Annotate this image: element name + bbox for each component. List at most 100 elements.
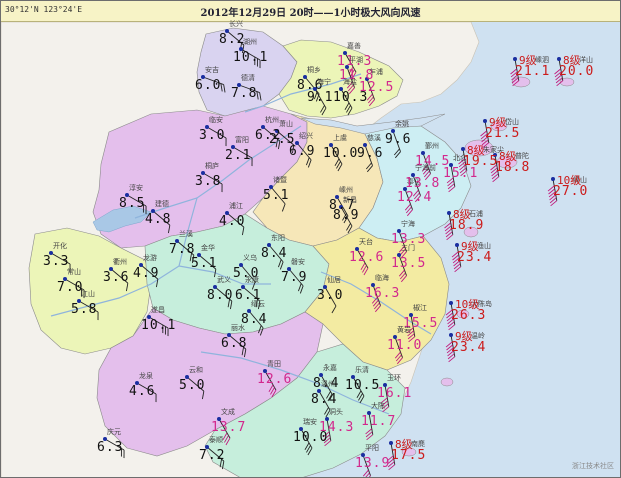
station-dot	[513, 57, 517, 61]
station-name: 永嘉	[323, 364, 337, 372]
station-name: 富阳	[235, 136, 249, 144]
station-name: 海宁	[317, 78, 331, 86]
station-name: 开化	[53, 242, 67, 250]
station-name: 宁海	[401, 220, 415, 228]
station-wind-speed: 5.8	[71, 302, 98, 317]
station-name: 乐清	[355, 366, 369, 374]
station-wind-speed: 8.2	[219, 32, 246, 47]
station-wind-speed: 14.3	[319, 420, 355, 435]
station-name: 龙游	[143, 254, 157, 262]
gale-wind-speed: 19.5	[463, 154, 499, 169]
station-wind-speed: 6.0	[195, 78, 222, 93]
station-name: 绍兴	[299, 132, 313, 140]
station-wind-speed: 9.6	[357, 146, 384, 161]
station-name: 湖州	[243, 38, 257, 46]
station-wind-speed: 8.4	[311, 392, 338, 407]
station-name: 诸暨	[273, 176, 287, 184]
station-name: 宁海前	[415, 164, 436, 172]
station-dot	[461, 147, 465, 151]
station-name: 洞头	[329, 408, 343, 416]
gale-wind-speed: 23.4	[457, 250, 493, 265]
gale-wind-speed: 21.5	[485, 126, 521, 141]
station-name: 海盐	[343, 78, 357, 86]
station-name: 常山	[67, 268, 81, 276]
station-name: 慈溪	[367, 134, 381, 142]
station-wind-speed: 7.8	[169, 242, 196, 257]
station-wind-speed: 7.8	[231, 86, 258, 101]
station-wind-speed: 3.6	[103, 270, 130, 285]
station-name: 文成	[221, 408, 235, 416]
station-name: 鄞州	[425, 142, 439, 150]
station-wind-speed: 13.7	[211, 420, 247, 435]
station-wind-speed: 13.9	[355, 456, 391, 471]
station-wind-speed: 10.5	[345, 378, 381, 393]
station-wind-speed: 7.0	[57, 280, 84, 295]
station-wind-speed: 10.1	[141, 318, 177, 333]
station-name: 江山	[81, 290, 95, 298]
station-name: 庆元	[107, 428, 121, 436]
station-name: 余姚	[395, 120, 409, 128]
station-name: 磐安	[291, 258, 305, 266]
station-name: 仙居	[327, 276, 341, 284]
station-name: 云和	[189, 366, 203, 374]
station-name: 嘉善	[347, 42, 361, 50]
station-wind-speed: 4.6	[129, 384, 156, 399]
station-name: 龙泉	[139, 372, 153, 380]
station-wind-speed: 5.1	[191, 256, 218, 271]
gale-wind-speed: 27.0	[553, 184, 589, 199]
station-name: 浦江	[229, 202, 243, 210]
station-wind-speed: 2.1	[225, 148, 252, 163]
station-name: 遂昌	[151, 306, 165, 314]
station-dot	[449, 301, 453, 305]
station-name: 乍浦	[369, 68, 383, 76]
station-name: 嵊州	[339, 186, 353, 194]
gale-wind-speed: 20.0	[559, 64, 595, 79]
station-wind-speed: 3.0	[199, 128, 226, 143]
station-wind-speed: 3.8	[195, 174, 222, 189]
station-wind-speed: 6.3	[97, 440, 124, 455]
gale-wind-speed: 26.3	[451, 308, 487, 323]
station-name: 兰溪	[179, 230, 193, 238]
station-name: 上虞	[333, 134, 347, 142]
station-name: 临海	[375, 274, 389, 282]
station-name: 武义	[217, 276, 231, 284]
map-frame: 30°12'N 123°24'E 2012年12月29日 20时——1小时极大风…	[0, 0, 621, 478]
station-name: 平阳	[365, 444, 379, 452]
station-wind-speed: 12.6	[349, 250, 385, 265]
station-name: 长兴	[229, 20, 243, 28]
station-name: 三门	[401, 244, 415, 252]
station-wind-speed: 11.0	[387, 338, 423, 353]
station-name: 临安	[209, 116, 223, 124]
station-name: 平湖	[349, 56, 363, 64]
station-name: 金华	[201, 244, 215, 252]
station-name: 东阳	[271, 234, 285, 242]
station-wind-speed: 16.3	[365, 286, 401, 301]
station-name: 玉环	[387, 374, 401, 382]
station-dot	[551, 177, 555, 181]
gale-wind-speed: 23.4	[451, 340, 487, 355]
station-name: 建德	[155, 200, 169, 208]
station-wind-speed: 10.1	[233, 50, 269, 65]
station-name: 泰顺	[209, 436, 223, 444]
station-dot	[483, 119, 487, 123]
gale-wind-speed: 18.8	[495, 160, 531, 175]
station-dot	[449, 333, 453, 337]
station-name: 丽水	[231, 324, 245, 332]
station-dot	[389, 441, 393, 445]
station-wind-speed: 4.9	[133, 266, 160, 281]
station-wind-speed: 4.0	[219, 214, 246, 229]
station-wind-speed: 5.1	[263, 188, 290, 203]
station-wind-speed: 8.9	[333, 208, 360, 223]
station-name: 大陈	[371, 402, 385, 410]
station-wind-speed: 6.8	[221, 336, 248, 351]
station-name: 温州	[321, 380, 335, 388]
station-name: 黄岩	[397, 326, 411, 334]
gale-wind-speed: 18.9	[449, 218, 485, 233]
station-name: 萧山	[279, 120, 293, 128]
station-wind-speed: 8.4	[261, 246, 288, 261]
station-name: 衢州	[113, 258, 127, 266]
station-name: 青田	[267, 360, 281, 368]
station-wind-speed: 9.6	[385, 132, 412, 147]
map-title: 2012年12月29日 20时——1小时极大风向风速	[200, 8, 421, 19]
station-name: 义乌	[243, 254, 257, 262]
